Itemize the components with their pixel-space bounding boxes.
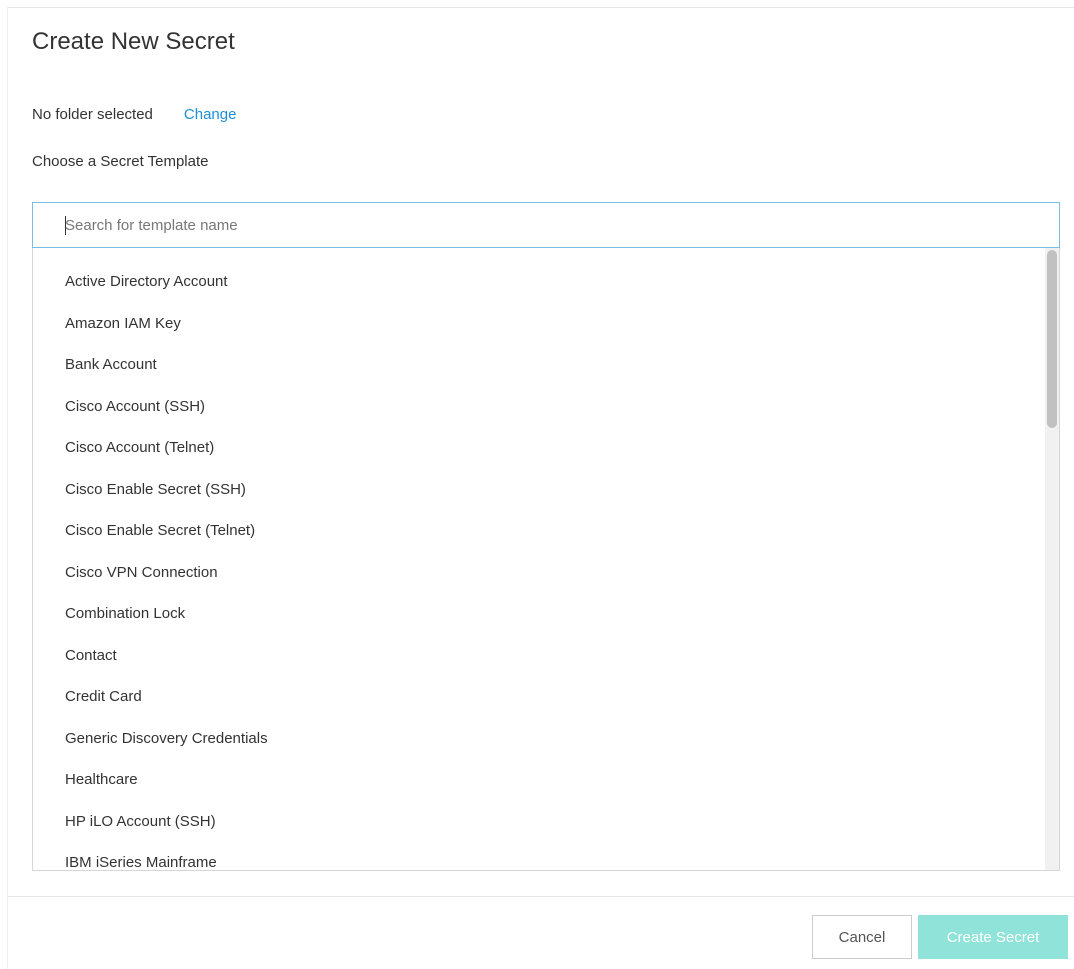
cancel-button[interactable]: Cancel [812,915,912,959]
template-list-scrollbar[interactable] [1045,248,1059,870]
template-list[interactable]: Active Directory Account Amazon IAM Key … [32,248,1060,871]
template-item-cisco-vpn-connection[interactable]: Cisco VPN Connection [65,564,218,581]
choose-template-label: Choose a Secret Template [32,153,209,170]
dialog-title: Create New Secret [32,28,235,55]
template-item-hp-ilo-account-ssh[interactable]: HP iLO Account (SSH) [65,813,216,830]
template-search-input[interactable] [33,203,1059,247]
template-item-active-directory-account[interactable]: Active Directory Account [65,273,228,290]
template-item-contact[interactable]: Contact [65,647,117,664]
template-item-cisco-account-telnet[interactable]: Cisco Account (Telnet) [65,439,214,456]
template-item-cisco-enable-secret-telnet[interactable]: Cisco Enable Secret (Telnet) [65,522,255,539]
folder-row: No folder selected Change [32,106,236,123]
folder-status-text: No folder selected [32,106,153,123]
template-item-generic-discovery-credentials[interactable]: Generic Discovery Credentials [65,730,268,747]
scrollbar-thumb[interactable] [1047,250,1057,428]
template-item-cisco-account-ssh[interactable]: Cisco Account (SSH) [65,398,205,415]
template-item-cisco-enable-secret-ssh[interactable]: Cisco Enable Secret (SSH) [65,481,246,498]
change-folder-link[interactable]: Change [184,106,237,123]
template-item-amazon-iam-key[interactable]: Amazon IAM Key [65,315,181,332]
create-secret-button[interactable]: Create Secret [918,915,1068,959]
footer-divider [8,896,1074,897]
template-item-healthcare[interactable]: Healthcare [65,771,138,788]
template-search-box[interactable] [32,202,1060,248]
template-item-bank-account[interactable]: Bank Account [65,356,157,373]
create-secret-dialog: Create New Secret No folder selected Cha… [7,7,1074,969]
template-item-combination-lock[interactable]: Combination Lock [65,605,185,622]
template-item-credit-card[interactable]: Credit Card [65,688,142,705]
text-cursor [65,216,66,235]
template-item-ibm-iseries-mainframe[interactable]: IBM iSeries Mainframe [65,854,217,870]
